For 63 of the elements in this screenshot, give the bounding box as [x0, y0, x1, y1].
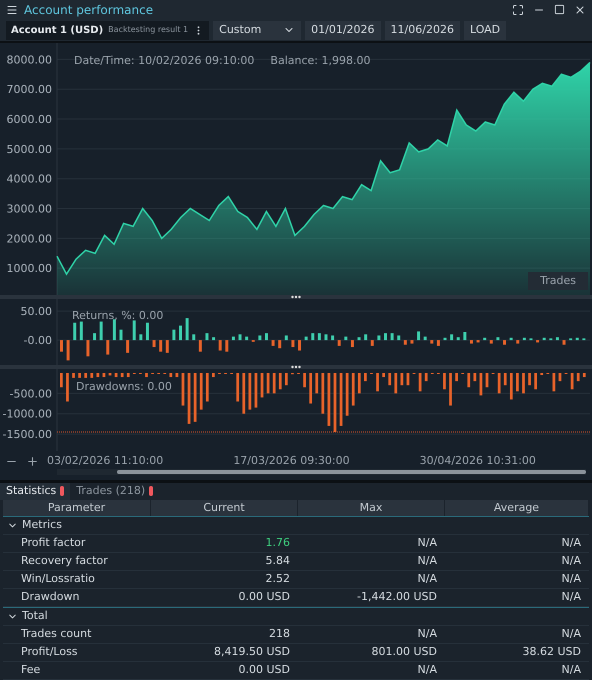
table-cell-text: N/A — [560, 589, 582, 606]
table-cell-text: Drawdown — [20, 589, 80, 606]
date-time-readout: Date/Time: 10/02/2026 09:10:00 — [74, 53, 254, 70]
axis-tick-label: -0.00 — [24, 334, 52, 348]
load-button[interactable]: LOAD — [464, 20, 506, 40]
chart-label: Drawdowns: 0.00 — [76, 380, 172, 394]
axis-tick-label: 3000.00 — [6, 202, 52, 216]
table-cell-text: Win/Lossratio — [20, 571, 96, 588]
axis-tick-label: 1000.00 — [6, 262, 52, 276]
table-cell-text: N/A — [416, 553, 438, 570]
table-cell-text: Profit/Loss — [20, 644, 79, 660]
account-selector[interactable]: Account 1 (USD) Backtesting result 1 — [6, 20, 210, 40]
period-dropdown[interactable]: Custom — [213, 20, 302, 40]
axis-tick-label: -500.00 — [10, 388, 52, 401]
table-cell-text: -1,442.00 USD — [356, 589, 438, 606]
table-cell-text: 0.00 USD — [238, 589, 291, 606]
table-cell-text: 0.00 USD — [238, 662, 291, 678]
tab[interactable]: Trades (218) — [70, 482, 160, 500]
table-cell-text: N/A — [416, 626, 438, 642]
column-header[interactable]: Current — [151, 500, 298, 516]
axis-tick-label: 50.00 — [20, 305, 52, 318]
column-header[interactable]: Max — [298, 500, 445, 516]
start-date-field[interactable]: 01/01/2026 — [305, 20, 381, 40]
tab[interactable]: Statistics — [0, 482, 70, 500]
table-cell-text: N/A — [560, 571, 582, 588]
group-label: Total — [22, 608, 48, 624]
table-cell-text: 218 — [268, 626, 291, 642]
time-axis-label: 17/03/2026 09:30:00 — [233, 452, 350, 469]
table-cell-text: N/A — [416, 535, 438, 552]
table-cell-text: N/A — [560, 626, 582, 642]
axis-tick-label: 4000.00 — [6, 172, 52, 186]
group-label: Metrics — [22, 517, 62, 534]
axis-tick-label: 8000.00 — [6, 54, 52, 67]
table-cell-text: 5.84 — [264, 553, 291, 570]
table-cell-text: Fee — [20, 662, 42, 678]
table-cell-text: 2.52 — [264, 571, 291, 588]
axis-tick-label: -1000.00 — [2, 408, 52, 421]
table-cell-text: 8,419.50 USD — [213, 644, 291, 660]
column-header[interactable]: Average — [445, 500, 589, 516]
trades-button[interactable]: Trades — [528, 272, 588, 290]
time-axis-label: 03/02/2026 11:10:00 — [47, 452, 164, 469]
table-cell-text: N/A — [560, 662, 582, 678]
window-title: Account performance — [24, 2, 154, 19]
axis-tick-label: 7000.00 — [6, 83, 52, 96]
axis-tick-label: 5000.00 — [6, 143, 52, 156]
axis-tick-label: -1500.00 — [2, 428, 52, 442]
chart-label: Returns, %: 0.00 — [72, 309, 164, 322]
column-header[interactable]: Parameter — [3, 500, 151, 516]
table-cell-text: 1.76 — [264, 535, 291, 552]
table-cell-text: N/A — [416, 571, 438, 588]
table-cell-text: Recovery factor — [20, 553, 109, 570]
table-cell-text: N/A — [416, 662, 438, 678]
balance-readout: Balance: 1,998.00 — [270, 53, 370, 70]
table-cell-text: N/A — [560, 553, 582, 570]
end-date-field[interactable]: 11/06/2026 — [384, 20, 460, 40]
table-cell-text: 38.62 USD — [522, 644, 582, 660]
table-cell-text: 801.00 USD — [370, 644, 438, 660]
table-cell-text: Profit factor — [20, 535, 86, 552]
axis-tick-label: 6000.00 — [6, 113, 52, 126]
table-cell-text: Trades count — [20, 626, 92, 642]
time-axis-label: 30/04/2026 10:31:00 — [420, 452, 536, 469]
axis-tick-label: 2000.00 — [6, 232, 52, 246]
table-cell-text: N/A — [560, 535, 582, 552]
